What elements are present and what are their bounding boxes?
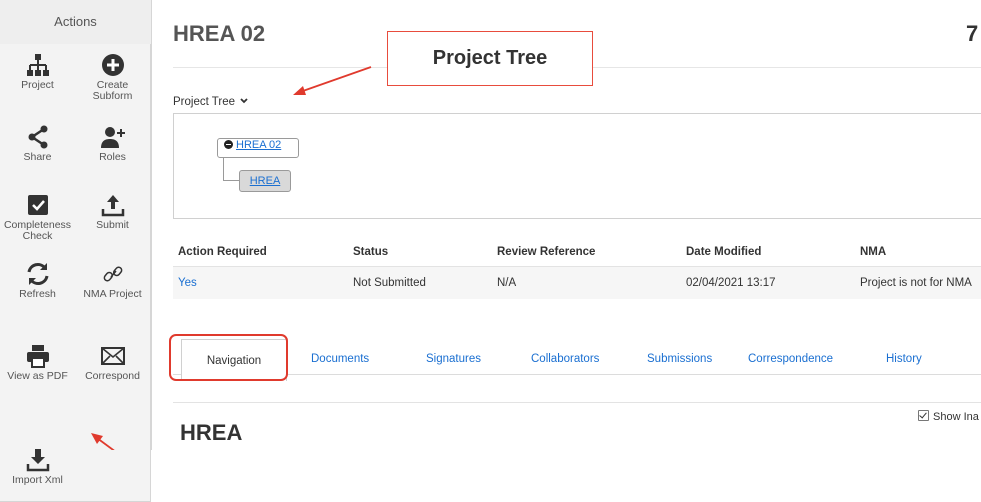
project-button[interactable]: Project bbox=[0, 44, 76, 117]
correspond-label: Correspond bbox=[85, 370, 140, 382]
col-header-review-reference: Review Reference bbox=[497, 246, 596, 258]
show-inactive-label: Show Ina bbox=[933, 411, 979, 423]
share-label: Share bbox=[23, 151, 52, 163]
title-number-fragment: 7 bbox=[966, 21, 979, 46]
refresh-label: Refresh bbox=[19, 288, 56, 300]
completeness-check-label: Completeness Check bbox=[3, 219, 72, 242]
callout-arrow bbox=[293, 66, 372, 95]
completeness-check-button[interactable]: Completeness Check bbox=[0, 186, 76, 254]
nma-project-label: NMA Project bbox=[83, 288, 142, 300]
download-icon bbox=[26, 449, 49, 472]
tab-signatures[interactable]: Signatures bbox=[426, 353, 481, 365]
col-header-date-modified: Date Modified bbox=[686, 246, 762, 258]
tab-history[interactable]: History bbox=[886, 353, 922, 365]
tree-node-root-label: HREA 02 bbox=[236, 139, 282, 151]
refresh-icon bbox=[27, 263, 48, 285]
view-as-pdf-button[interactable]: View as PDF bbox=[0, 323, 76, 442]
tree-connector bbox=[223, 156, 239, 181]
upload-icon bbox=[101, 195, 124, 217]
add-user-icon bbox=[100, 127, 125, 148]
roles-label: Roles bbox=[99, 151, 126, 163]
project-label: Project bbox=[21, 79, 54, 91]
tree-node-child-label: HREA bbox=[249, 175, 281, 187]
col-header-nma: NMA bbox=[860, 246, 887, 258]
actions-sidebar: Actions Project Create Subform Share Rol… bbox=[0, 0, 152, 502]
import-xml-button[interactable]: Import Xml bbox=[0, 441, 76, 502]
project-tree-callout: Project Tree bbox=[387, 31, 593, 86]
empty-cell bbox=[75, 441, 151, 502]
chevron-down-icon bbox=[240, 98, 248, 104]
tabs-divider bbox=[173, 374, 981, 375]
roles-button[interactable]: Roles bbox=[75, 116, 151, 187]
share-icon bbox=[28, 125, 47, 149]
page-title: HREA 02 bbox=[173, 21, 266, 46]
status-value: Not Submitted bbox=[353, 277, 426, 289]
share-button[interactable]: Share bbox=[0, 116, 76, 187]
date-modified-value: 02/04/2021 13:17 bbox=[686, 277, 776, 289]
hierarchy-icon bbox=[26, 54, 49, 76]
tab-collaborators[interactable]: Collaborators bbox=[531, 353, 599, 365]
navigation-highlight bbox=[169, 334, 288, 381]
tab-submissions[interactable]: Submissions bbox=[647, 353, 712, 365]
tree-node-root[interactable]: HREA 02 bbox=[217, 138, 299, 158]
action-required-value[interactable]: Yes bbox=[178, 277, 197, 289]
tab-correspondence[interactable]: Correspondence bbox=[748, 353, 833, 365]
collapse-icon[interactable] bbox=[224, 140, 233, 149]
create-subform-label: Create Subform bbox=[92, 79, 133, 102]
create-subform-button[interactable]: Create Subform bbox=[75, 44, 151, 117]
link-icon bbox=[103, 266, 122, 282]
project-tree-toggle[interactable]: Project Tree bbox=[173, 96, 248, 108]
plus-circle-icon bbox=[101, 54, 124, 76]
import-xml-label: Import Xml bbox=[12, 474, 63, 486]
view-as-pdf-label: View as PDF bbox=[7, 370, 68, 382]
envelope-icon bbox=[100, 347, 125, 365]
submit-button[interactable]: Submit bbox=[75, 186, 151, 254]
checkbox-icon bbox=[27, 195, 48, 215]
panel-top-border bbox=[173, 402, 981, 403]
project-tree-panel: HREA 02 HREA bbox=[173, 113, 981, 219]
printer-icon bbox=[26, 345, 49, 368]
tree-node-child[interactable]: HREA bbox=[239, 170, 291, 192]
checkbox-checked-icon[interactable] bbox=[918, 410, 929, 421]
nma-project-button[interactable]: NMA Project bbox=[75, 253, 151, 324]
review-reference-value: N/A bbox=[497, 277, 517, 289]
col-header-status: Status bbox=[353, 246, 389, 258]
tab-documents[interactable]: Documents bbox=[311, 353, 369, 365]
project-tree-label: Project Tree bbox=[173, 96, 235, 108]
section-heading: HREA bbox=[180, 420, 243, 445]
submit-label: Submit bbox=[96, 219, 129, 231]
nma-value: Project is not for NMA bbox=[860, 277, 972, 289]
col-header-action-required: Action Required bbox=[178, 246, 267, 258]
actions-heading: Actions bbox=[0, 0, 151, 45]
correspond-button[interactable]: Correspond bbox=[75, 323, 151, 442]
refresh-button[interactable]: Refresh bbox=[0, 253, 76, 324]
show-inactive-toggle[interactable]: Show Ina bbox=[918, 410, 979, 423]
